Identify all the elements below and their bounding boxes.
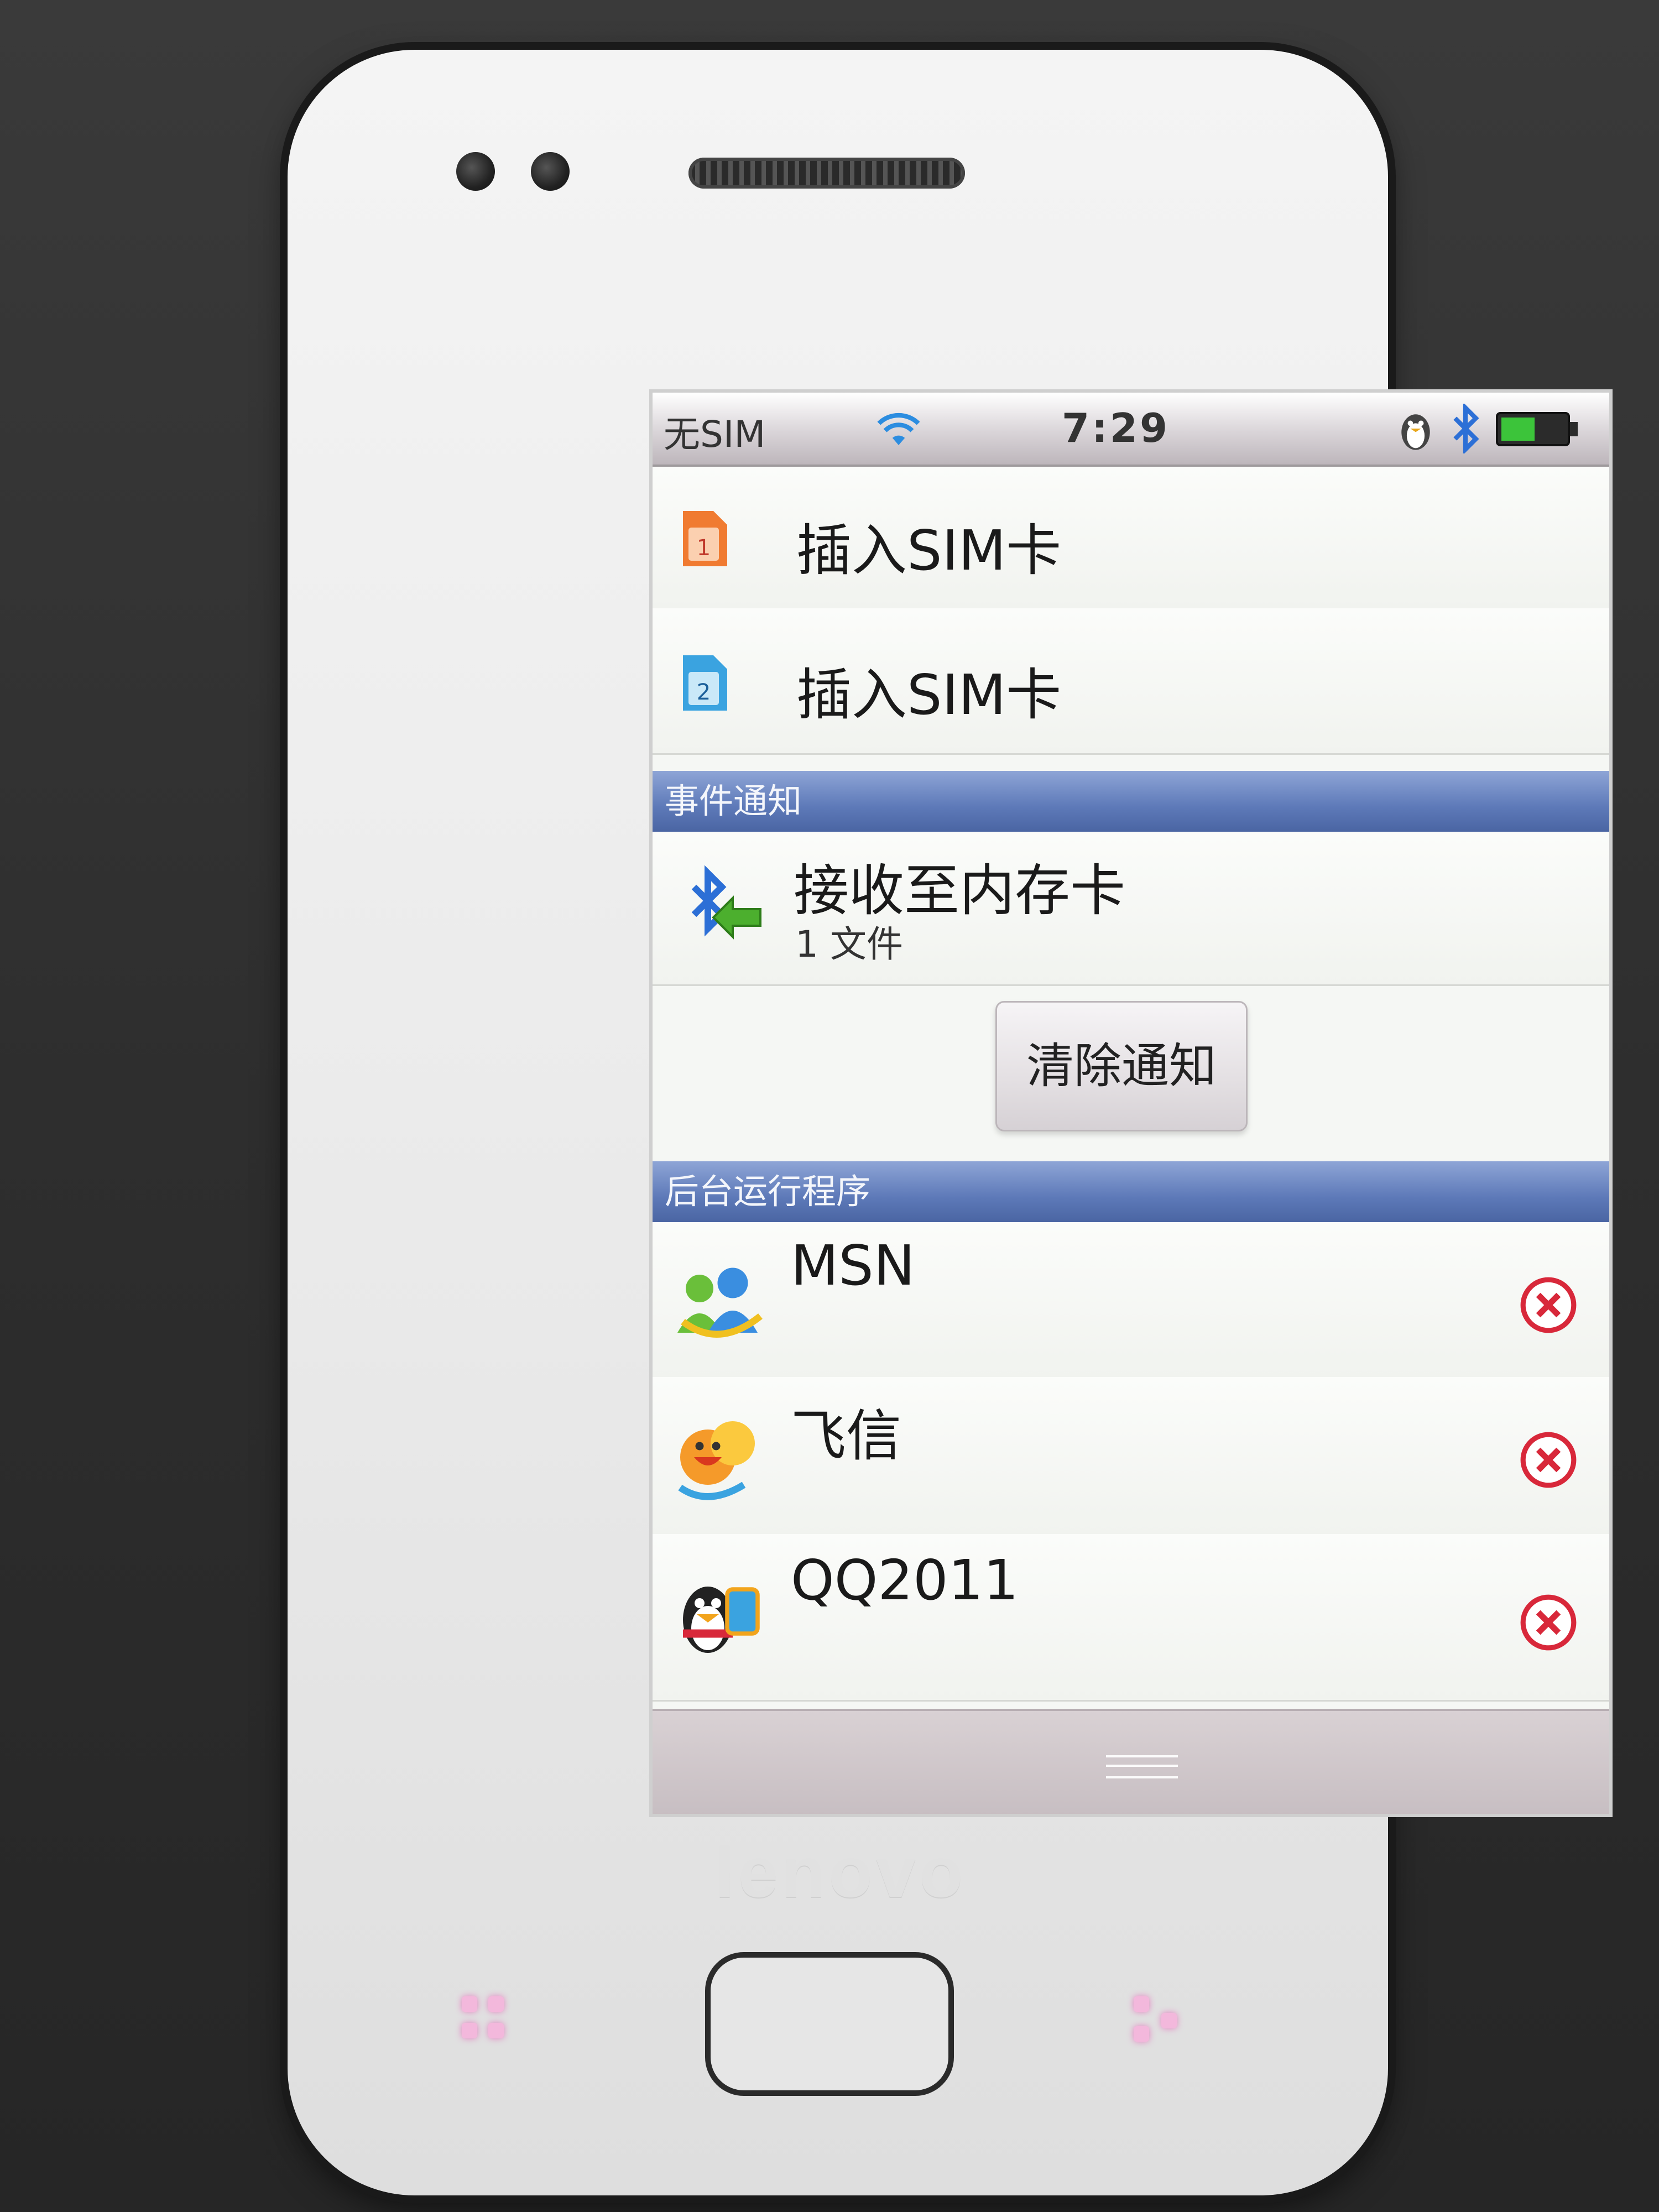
sim2-label: 插入SIM卡 — [796, 662, 1062, 727]
running-apps-header: 后台运行程序 — [653, 1161, 1609, 1222]
fetion-icon — [672, 1413, 766, 1509]
sim-row-2[interactable]: 2 插入SIM卡 — [653, 608, 1609, 755]
notification-panel-handle[interactable] — [653, 1709, 1609, 1814]
phone-body: lenovo 无SIM 7:29 1 插入SIM卡 2 插入SIM卡 事件通知 … — [288, 50, 1609, 2195]
running-app-row-fetion[interactable]: 飞信 — [653, 1377, 1609, 1536]
svg-text:1: 1 — [697, 535, 711, 561]
close-icon[interactable] — [1518, 1430, 1579, 1490]
notification-title: 接收至内存卡 — [794, 858, 1125, 923]
screen: 无SIM 7:29 1 插入SIM卡 2 插入SIM卡 事件通知 接收至内存卡 … — [653, 393, 1609, 1814]
notification-item[interactable]: 接收至内存卡 1 文件 — [653, 832, 1609, 986]
brand-logo: lenovo — [714, 1832, 967, 1912]
notifications-header: 事件通知 — [653, 771, 1609, 832]
app-name-fetion: 飞信 — [791, 1404, 901, 1468]
back-key[interactable] — [1134, 1996, 1194, 2057]
running-app-row-qq[interactable]: QQ2011 — [653, 1534, 1609, 1702]
bluetooth-icon — [1449, 402, 1482, 456]
menu-key[interactable] — [462, 1996, 523, 2057]
qq-icon — [672, 1567, 766, 1663]
app-name-qq: QQ2011 — [791, 1548, 1019, 1613]
home-button[interactable] — [705, 1952, 954, 2096]
status-bar[interactable]: 无SIM 7:29 — [653, 393, 1609, 467]
earpiece-speaker — [688, 158, 965, 189]
app-name-msn: MSN — [791, 1233, 915, 1298]
bluetooth-receive-icon — [677, 865, 766, 950]
wifi-icon — [874, 404, 924, 456]
running-app-row-msn[interactable]: MSN — [653, 1222, 1609, 1379]
sim1-icon: 1 — [677, 505, 733, 574]
front-camera — [456, 152, 495, 191]
close-icon[interactable] — [1518, 1275, 1579, 1335]
carrier-label: 无SIM — [664, 413, 766, 456]
battery-icon — [1496, 412, 1579, 448]
clear-notifications-button[interactable]: 清除通知 — [995, 1001, 1248, 1131]
sim1-label: 插入SIM卡 — [796, 518, 1062, 583]
notification-subtitle: 1 文件 — [795, 923, 903, 966]
svg-text:2: 2 — [697, 680, 711, 705]
sim-row-1[interactable]: 1 插入SIM卡 — [653, 467, 1609, 610]
qq-status-icon — [1394, 404, 1438, 456]
drag-handle-icon — [1106, 1755, 1178, 1778]
clock: 7:29 — [1062, 405, 1170, 451]
proximity-sensor — [531, 152, 570, 191]
msn-icon — [672, 1261, 766, 1352]
close-icon[interactable] — [1518, 1592, 1579, 1653]
sim2-icon: 2 — [677, 650, 733, 718]
